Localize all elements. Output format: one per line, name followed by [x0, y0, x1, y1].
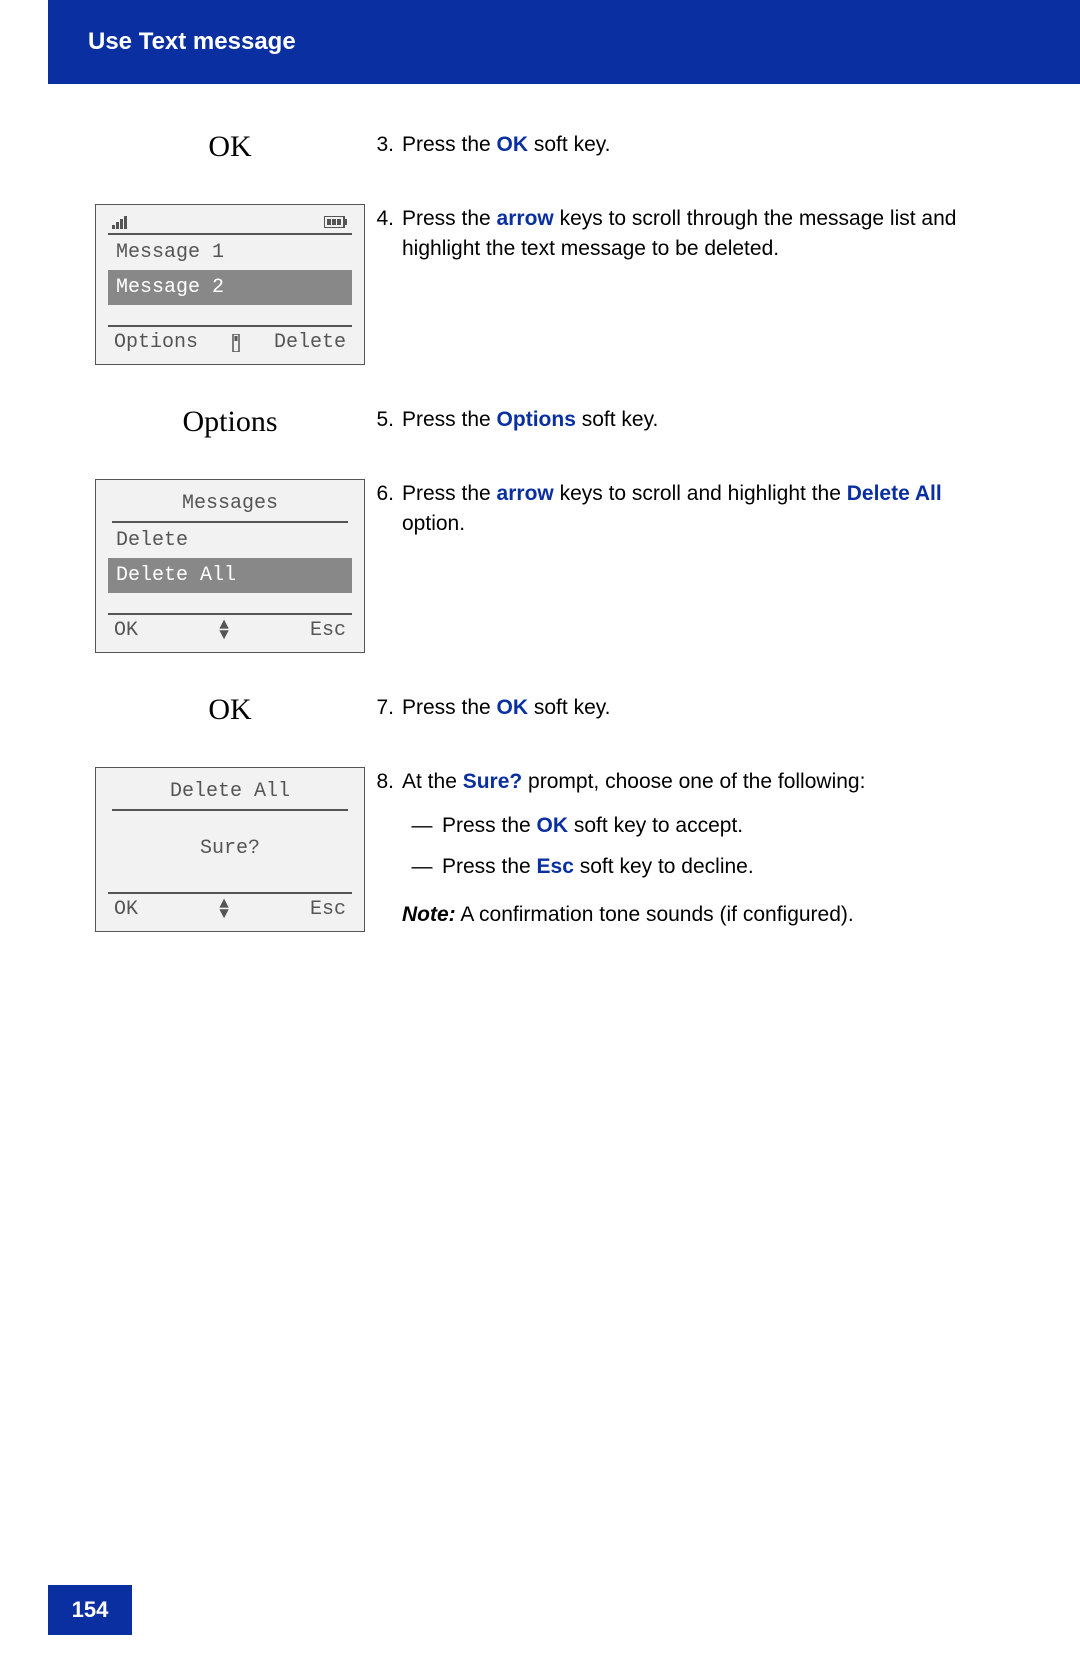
note-label: Note: [402, 903, 456, 926]
scroll-icon [231, 334, 241, 352]
page-header: Use Text message [48, 0, 1080, 84]
softkey-esc-3: Esc [310, 898, 346, 921]
dash-2: — [402, 852, 442, 882]
label-ok-7: OK [208, 693, 251, 727]
step-6-post: option. [402, 512, 465, 535]
step-4-text: Press the arrow keys to scroll through t… [402, 204, 960, 265]
step-8-pre: At the [402, 770, 463, 793]
updown-icon: ▲▼ [219, 621, 229, 640]
softkey-delete: Delete [274, 331, 346, 354]
step-6-text: Press the arrow keys to scroll and highl… [402, 479, 960, 540]
step-7-post: soft key. [528, 696, 610, 719]
softkey-ok-3: OK [114, 898, 138, 921]
step-7-number: 7. [370, 693, 402, 723]
step-7-text: Press the OK soft key. [402, 693, 960, 723]
label-ok-3: OK [208, 130, 251, 164]
step-4-number: 4. [370, 204, 402, 265]
sub1-kw: OK [537, 814, 569, 837]
message-list-item-2-selected: Message 2 [108, 270, 352, 305]
step-5-pre: Press the [402, 408, 497, 431]
softkey-esc-2: Esc [310, 619, 346, 642]
step-6-kw: arrow [497, 482, 554, 505]
softkey-ok-2: OK [114, 619, 138, 642]
note-text: A confirmation tone sounds (if configure… [456, 903, 854, 926]
step-5-kw: Options [497, 408, 576, 431]
step-6-row: Messages Delete Delete All OK ▲▼ Esc 6. … [90, 479, 960, 653]
screen2-title: Messages [112, 488, 348, 523]
step-8-post: prompt, choose one of the following: [522, 770, 865, 793]
step-8-number: 8. [370, 767, 402, 931]
sub2-kw: Esc [537, 855, 574, 878]
screen3-title: Delete All [112, 776, 348, 811]
battery-icon [324, 216, 348, 228]
step-4-row: Message 1 Message 2 Options Delete 4. Pr… [90, 204, 960, 365]
step-7-pre: Press the [402, 696, 497, 719]
step-5-post: soft key. [576, 408, 658, 431]
step-6-kw2: Delete All [847, 482, 942, 505]
page-header-title: Use Text message [88, 28, 296, 56]
step-7-kw: OK [497, 696, 529, 719]
phone-screen-confirm: Delete All Sure? OK ▲▼ Esc [95, 767, 365, 932]
sub1-post: soft key to accept. [568, 814, 743, 837]
step-5-row: Options 5. Press the Options soft key. [90, 405, 960, 439]
page-number: 154 [48, 1585, 132, 1635]
step-5-number: 5. [370, 405, 402, 435]
step-6-mid: keys to scroll and highlight the [554, 482, 847, 505]
screen3-body: Sure? [108, 811, 352, 886]
phone-screen-messages: Message 1 Message 2 Options Delete [95, 204, 365, 365]
updown-icon-3: ▲▼ [219, 900, 229, 919]
step-7-row: OK 7. Press the OK soft key. [90, 693, 960, 727]
label-options-5: Options [182, 405, 277, 439]
step-3-text: Press the OK soft key. [402, 130, 960, 160]
sub2-post: soft key to decline. [574, 855, 754, 878]
content-area: OK 3. Press the OK soft key. [90, 130, 960, 972]
step-6-number: 6. [370, 479, 402, 540]
step-8-text: At the Sure? prompt, choose one of the f… [402, 767, 960, 931]
step-4-pre: Press the [402, 207, 497, 230]
signal-icon [112, 215, 130, 229]
option-delete-all-selected: Delete All [108, 558, 352, 593]
message-list-item-1: Message 1 [108, 235, 352, 270]
step-5-text: Press the Options soft key. [402, 405, 960, 435]
step-8-kw: Sure? [463, 770, 523, 793]
step-3-row: OK 3. Press the OK soft key. [90, 130, 960, 164]
sub1-pre: Press the [442, 814, 537, 837]
step-8-row: Delete All Sure? OK ▲▼ Esc 8. At the Sur… [90, 767, 960, 932]
step-6-pre: Press the [402, 482, 497, 505]
sub2-pre: Press the [442, 855, 537, 878]
step-3-kw: OK [497, 133, 529, 156]
option-delete: Delete [108, 523, 352, 558]
step-3-pre: Press the [402, 133, 497, 156]
step-3-post: soft key. [528, 133, 610, 156]
dash-1: — [402, 811, 442, 841]
phone-screen-options: Messages Delete Delete All OK ▲▼ Esc [95, 479, 365, 653]
step-3-number: 3. [370, 130, 402, 160]
step-4-kw: arrow [497, 207, 554, 230]
softkey-options: Options [114, 331, 198, 354]
